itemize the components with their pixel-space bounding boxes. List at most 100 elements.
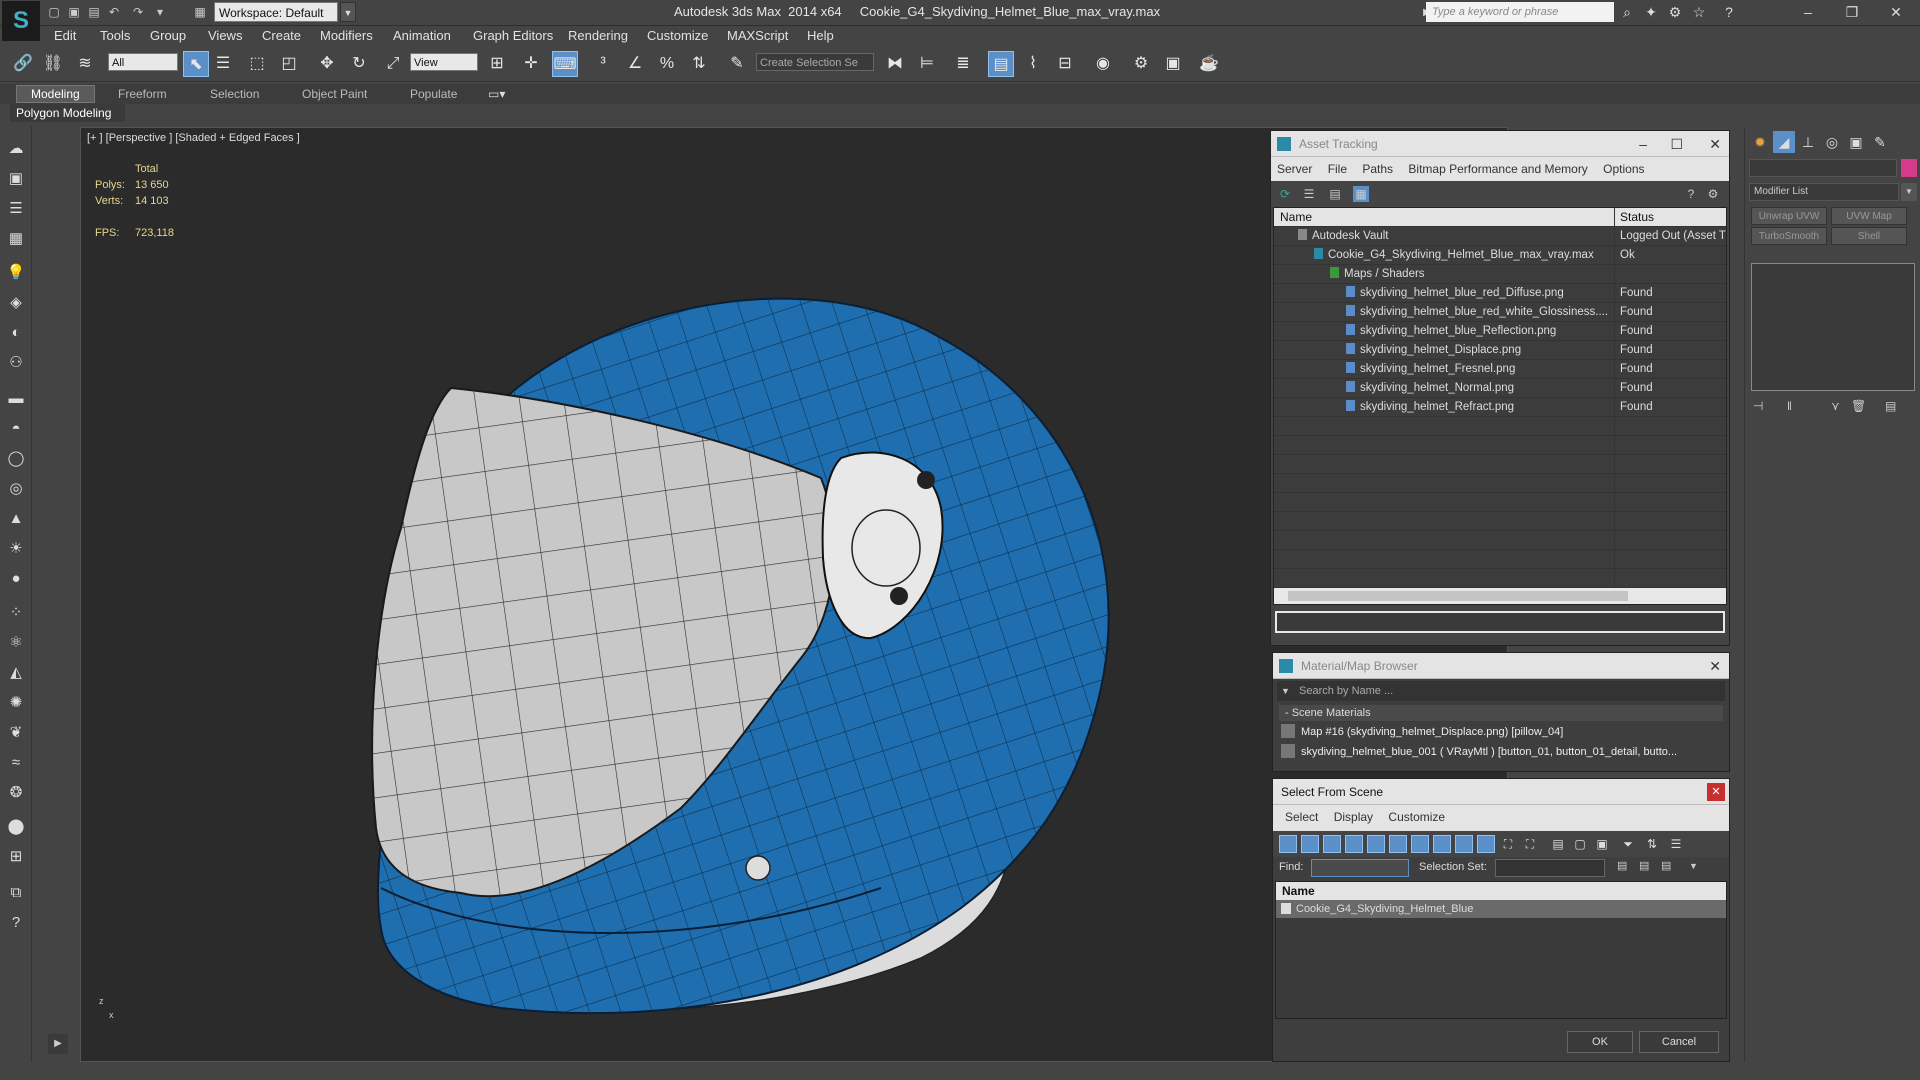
box-icon[interactable]: ▬	[5, 388, 27, 410]
rectangular-selection-icon[interactable]: ⬚	[244, 51, 270, 77]
open-file-icon[interactable]: ▣	[66, 4, 82, 20]
schematic-view-icon[interactable]: ⊟	[1052, 51, 1078, 77]
particles-icon[interactable]: ⁘	[5, 602, 27, 624]
remove-modifier-icon[interactable]: 🗑	[1851, 399, 1866, 413]
modifier-list-arrow-icon[interactable]: ▼	[1901, 183, 1917, 201]
scrollbar-thumb[interactable]	[1288, 591, 1628, 601]
list-item[interactable]: Map #16 (skydiving_helmet_Displace.png) …	[1281, 723, 1721, 741]
modifier-list-dropdown[interactable]: Modifier List	[1749, 183, 1899, 201]
plant-icon[interactable]: ❦	[5, 722, 27, 744]
table-row[interactable]: skydiving_helmet_blue_red_Diffuse.png Fo…	[1274, 284, 1726, 303]
help-circle-icon[interactable]: ?	[5, 912, 27, 934]
display-tab-icon[interactable]: ▣	[1845, 131, 1867, 153]
minimize-icon[interactable]: –	[1639, 131, 1647, 157]
hair-icon[interactable]: ≈	[5, 752, 27, 774]
project-folder-icon[interactable]: ▦	[192, 4, 208, 20]
menu-select[interactable]: Select	[1285, 810, 1318, 824]
material-editor-icon[interactable]: ◉	[1090, 51, 1116, 77]
table-row[interactable]: skydiving_helmet_blue_Reflection.png Fou…	[1274, 322, 1726, 341]
undo-icon[interactable]: ↶	[106, 4, 122, 20]
list-view-icon[interactable]: ☰	[1301, 186, 1317, 202]
app-logo-icon[interactable]: S	[2, 1, 40, 41]
layers-icon[interactable]: ⧉	[5, 882, 27, 904]
edit-named-selection-icon[interactable]: ✎	[724, 51, 750, 77]
viewport-icon[interactable]: ▣	[5, 168, 27, 190]
restore-icon[interactable]: ❐	[1830, 0, 1874, 24]
menu-server[interactable]: Server	[1277, 162, 1312, 176]
display-all-icon[interactable]: ▤	[1549, 835, 1567, 853]
reference-coordinate-dropdown[interactable]: View	[410, 53, 478, 71]
motion-tab-icon[interactable]: ◎	[1821, 131, 1843, 153]
curve-editor-icon[interactable]: ⌇	[1020, 51, 1046, 77]
menu-tools[interactable]: Tools	[100, 28, 130, 43]
selection-set-dropdown[interactable]	[1495, 859, 1605, 877]
scene-explorer-icon[interactable]: ▤	[988, 51, 1014, 77]
uvw-map-button[interactable]: UVW Map	[1831, 207, 1907, 225]
object-color-swatch[interactable]	[1901, 159, 1917, 177]
table-row[interactable]: skydiving_helmet_Displace.png Found	[1274, 341, 1726, 360]
link-icon[interactable]: 🔗	[10, 51, 36, 77]
find-input[interactable]	[1311, 859, 1409, 877]
keyboard-shortcut-override-icon[interactable]: ⌨	[552, 51, 578, 77]
tab-modeling[interactable]: Modeling	[16, 85, 95, 103]
table-row[interactable]: Maps / Shaders	[1274, 265, 1726, 284]
display-invert-icon[interactable]: ▣	[1593, 835, 1611, 853]
modifier-stack[interactable]	[1751, 263, 1915, 391]
sort-icon[interactable]: ⇅	[1643, 835, 1661, 853]
snaps-toggle-icon[interactable]: ³	[590, 51, 616, 77]
torus-icon[interactable]: ◎	[5, 478, 27, 500]
bones-filter-icon[interactable]	[1455, 835, 1473, 853]
close-icon[interactable]: ✕	[1709, 653, 1721, 679]
disc-icon[interactable]: ●	[5, 568, 27, 590]
show-end-result-icon[interactable]: ‖	[1787, 399, 1792, 413]
create-panel-icon[interactable]: ☁	[5, 138, 27, 160]
polygon-modeling-panel[interactable]: Polygon Modeling	[10, 104, 125, 122]
unwrap-uvw-button[interactable]: Unwrap UVW	[1751, 207, 1827, 225]
dome-icon[interactable]: ◓	[5, 418, 27, 440]
render-production-icon[interactable]: ☕	[1196, 51, 1222, 77]
table-row[interactable]: skydiving_helmet_Normal.png Found	[1274, 379, 1726, 398]
hierarchy-tab-icon[interactable]: ⊥	[1797, 131, 1819, 153]
sphere-icon[interactable]: ◯	[5, 448, 27, 470]
menu-file[interactable]: File	[1328, 162, 1347, 176]
select-invert-icon[interactable]: ▤	[1661, 859, 1671, 872]
new-file-icon[interactable]: ▢	[46, 4, 62, 20]
cameras-filter-icon[interactable]	[1345, 835, 1363, 853]
white-sphere-icon[interactable]: ⬤	[5, 816, 27, 838]
list-item[interactable]: skydiving_helmet_blue_001 ( VRayMtl ) [b…	[1281, 743, 1721, 761]
workspace-selector[interactable]: Workspace: Default	[214, 2, 338, 22]
search-options-icon[interactable]: ▼	[1281, 681, 1290, 701]
pyramid-icon[interactable]: ◭	[5, 662, 27, 684]
keyword-search-input[interactable]: Type a keyword or phrase	[1426, 2, 1614, 22]
menu-help[interactable]: Help	[807, 28, 834, 43]
sun-icon[interactable]: ☀	[5, 538, 27, 560]
geometry-filter-icon[interactable]	[1279, 835, 1297, 853]
make-unique-icon[interactable]: ⋎	[1831, 399, 1840, 413]
groups-filter-icon[interactable]	[1411, 835, 1429, 853]
minimize-icon[interactable]: –	[1786, 0, 1830, 24]
light-bulb-icon[interactable]: 💡	[5, 262, 27, 284]
menu-modifiers[interactable]: Modifiers	[320, 28, 373, 43]
filter-icon[interactable]: ⏷	[1619, 835, 1637, 853]
shapes-filter-icon[interactable]	[1301, 835, 1319, 853]
sign-in-icon[interactable]: ⚙	[1666, 3, 1684, 21]
select-all-icon[interactable]: ▤	[1617, 859, 1627, 872]
rendered-frame-window-icon[interactable]: ▣	[1160, 51, 1186, 77]
ok-button[interactable]: OK	[1567, 1031, 1633, 1053]
menu-bitmap-performance[interactable]: Bitmap Performance and Memory	[1408, 162, 1587, 176]
col-name[interactable]: Name	[1274, 208, 1615, 226]
create-tab-icon[interactable]: ✹	[1749, 131, 1771, 153]
xrefs-filter-icon[interactable]	[1433, 835, 1451, 853]
help-icon[interactable]: ?	[1683, 186, 1699, 202]
table-row[interactable]: Autodesk Vault Logged Out (Asset T	[1274, 227, 1726, 246]
containers-filter-icon[interactable]	[1477, 835, 1495, 853]
pivot-center-icon[interactable]: ⊞	[484, 51, 510, 77]
utilities-tab-icon[interactable]: ✎	[1869, 131, 1891, 153]
list-icon[interactable]: ☰	[5, 198, 27, 220]
window-crossing-icon[interactable]: ◰	[276, 51, 302, 77]
menu-customize[interactable]: Customize	[647, 28, 708, 43]
render-setup-icon[interactable]: ⚙	[1128, 51, 1154, 77]
columns-icon[interactable]: ☰	[1667, 835, 1685, 853]
cone-icon[interactable]: ▲	[5, 508, 27, 530]
configure-modifier-sets-icon[interactable]: ▤	[1885, 399, 1896, 413]
